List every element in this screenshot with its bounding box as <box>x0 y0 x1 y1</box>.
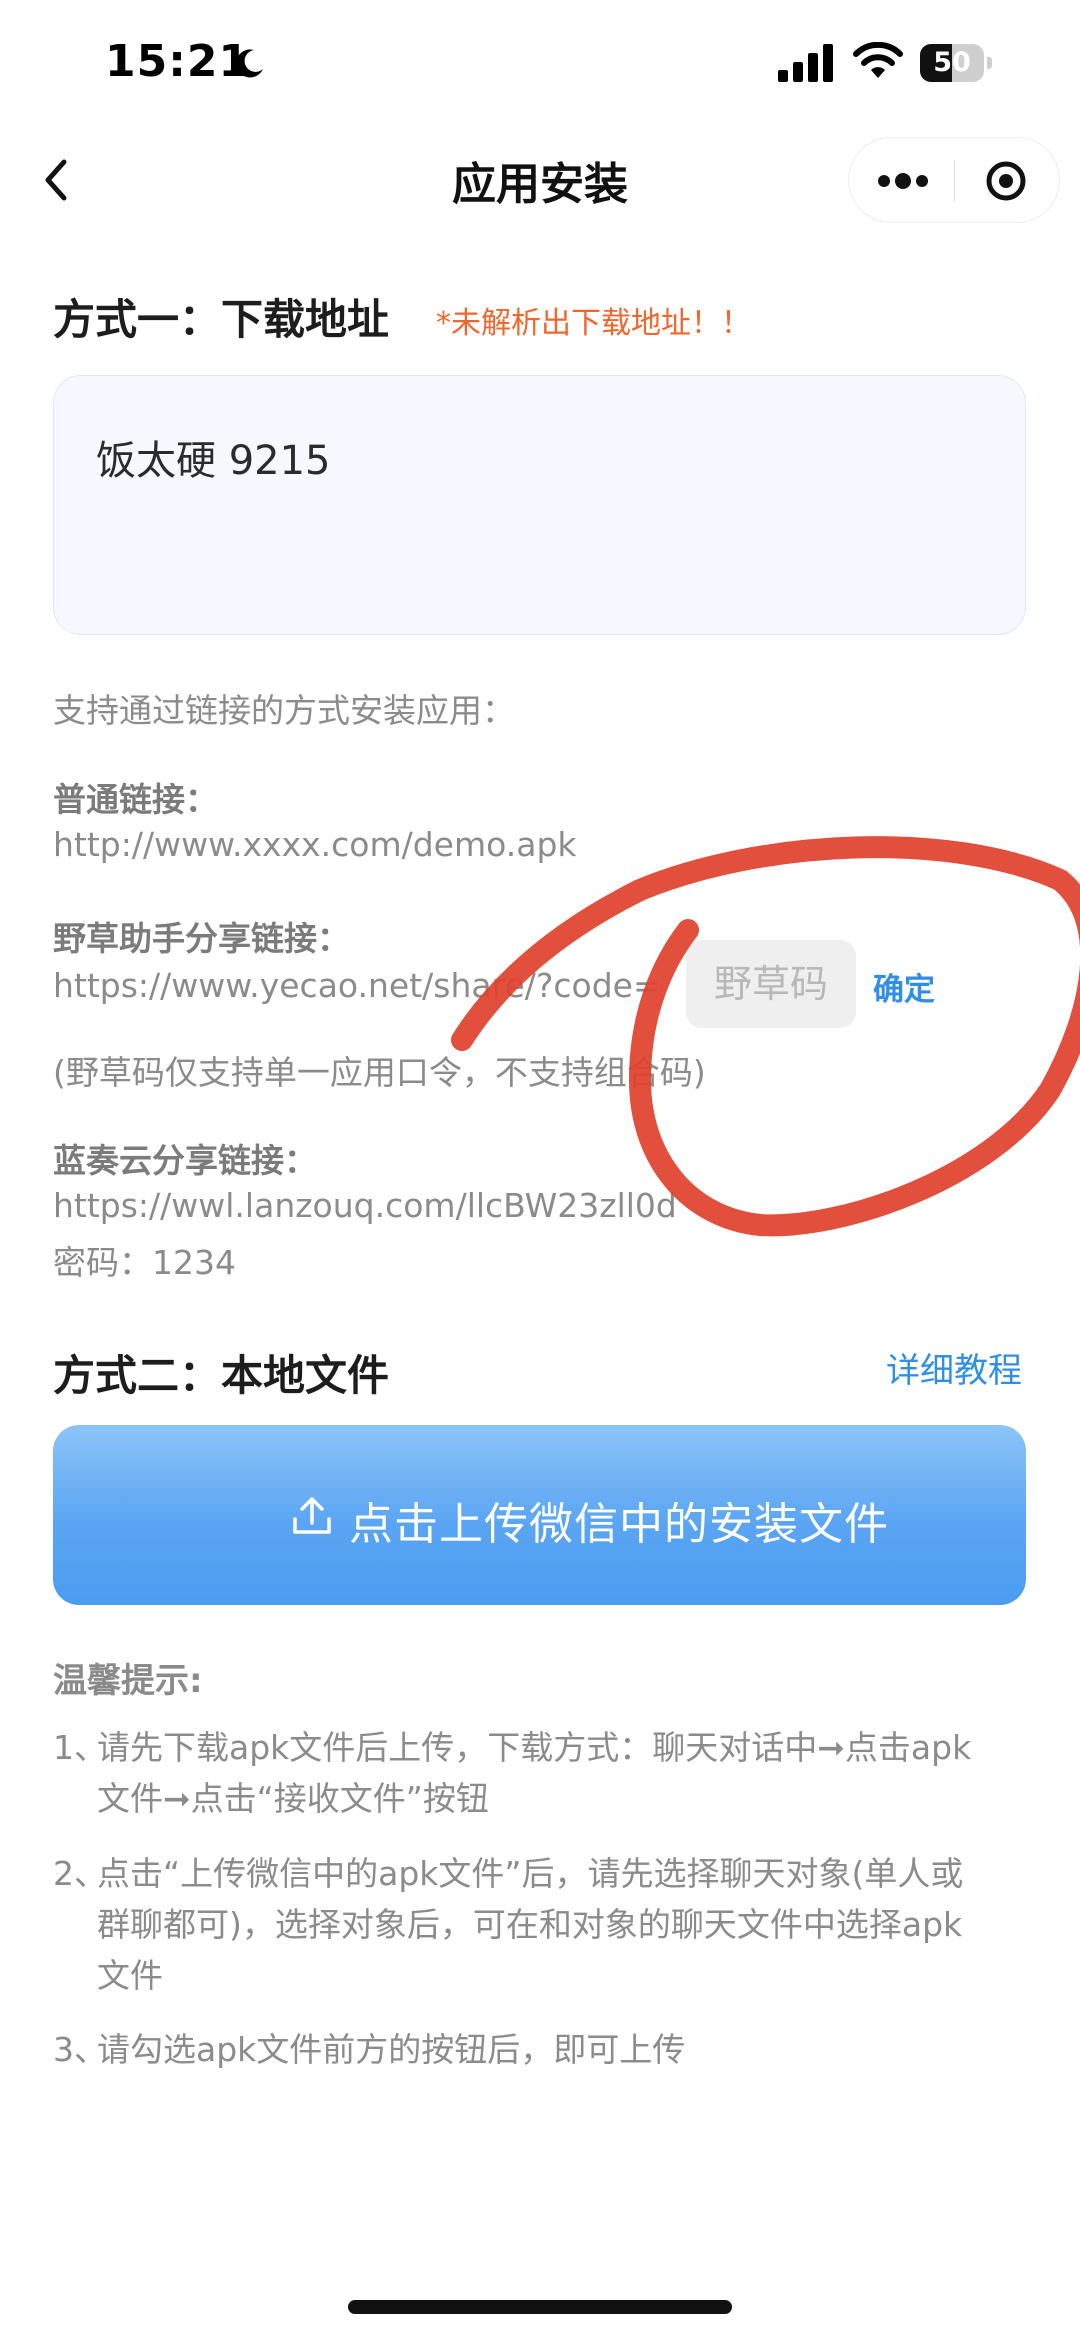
lanzou-link-url: https://wwl.lanzouq.com/llcBW23zll0d <box>53 1186 677 1225</box>
tips-title: 温馨提示: <box>53 1661 203 1701</box>
confirm-button[interactable]: 确定 <box>873 964 935 1009</box>
status-bar: 15:21 50 <box>0 0 1080 130</box>
lanzou-link-label: 蓝奏云分享链接： <box>53 1141 317 1180</box>
yecao-link-url: https://www.yecao.net/share/?code= <box>53 966 661 1005</box>
tip-item-2: 2、 点击“上传微信中的apk文件”后，请先选择聊天对象(单人或 群聊都可)，选… <box>53 1848 1053 2008</box>
yecao-code-input[interactable]: 野草码 <box>686 940 856 1028</box>
tip-line: 请先下载apk文件后上传，下载方式：聊天对话中➞点击apk <box>97 1728 972 1767</box>
moon-icon <box>236 49 263 78</box>
tip-item-3: 3、 请勾选apk文件前方的按钮后，即可上传 <box>53 2024 1053 2084</box>
method1-title: 方式一：下载地址 <box>53 295 390 344</box>
upload-file-button[interactable]: 点击上传微信中的安装文件 <box>53 1425 1026 1605</box>
battery-indicator: 50 <box>920 44 992 82</box>
download-url-input[interactable]: 饭太硬 9215 <box>53 375 1026 635</box>
wifi-icon <box>853 42 903 78</box>
tip-line: 群聊都可)，选择对象后，可在和对象的聊天文件中选择apk <box>97 1905 963 1944</box>
status-time: 15:21 <box>105 36 251 87</box>
tip-line: 请勾选apk文件前方的按钮后，即可上传 <box>97 2030 686 2069</box>
yecao-link-label: 野草助手分享链接： <box>53 919 350 958</box>
more-icon[interactable] <box>875 166 931 196</box>
nav-bar: 应用安装 <box>0 130 1080 240</box>
method2-title: 方式二：本地文件 <box>53 1351 390 1400</box>
battery-level: 50 <box>933 47 971 78</box>
home-indicator <box>348 2300 732 2314</box>
upload-button-label: 点击上传微信中的安装文件 <box>349 1499 889 1550</box>
yecao-note: (野草码仅支持单一应用口令，不支持组合码) <box>53 1053 706 1092</box>
detail-tutorial-link[interactable]: 详细教程 <box>886 1343 1022 1392</box>
miniprogram-capsule <box>848 137 1060 223</box>
support-intro: 支持通过链接的方式安装应用： <box>53 691 515 730</box>
tip-line: 文件➞点击“接收文件”按钮 <box>97 1779 489 1818</box>
normal-link-label: 普通链接： <box>53 780 218 819</box>
download-url-value: 饭太硬 9215 <box>96 438 331 484</box>
tip-line: 文件 <box>97 1956 163 1995</box>
close-miniprogram-icon[interactable] <box>984 159 1028 203</box>
parse-warning: *未解析出下载地址！！ <box>436 306 751 341</box>
normal-link-url: http://www.xxxx.com/demo.apk <box>53 825 577 864</box>
tip-item-1: 1、 请先下载apk文件后上传，下载方式：聊天对话中➞点击apk 文件➞点击“接… <box>53 1722 1053 1832</box>
upload-icon <box>293 1497 331 1534</box>
cellular-signal-icon <box>778 44 833 82</box>
lanzou-password: 密码：1234 <box>53 1243 236 1282</box>
tip-line: 点击“上传微信中的apk文件”后，请先选择聊天对象(单人或 <box>97 1854 964 1893</box>
